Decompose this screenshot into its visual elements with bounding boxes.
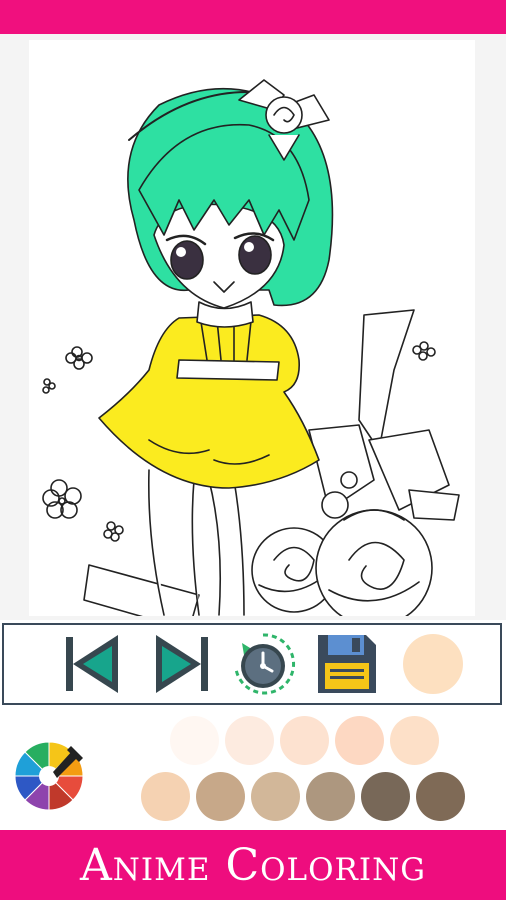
coloring-canvas[interactable] (29, 40, 475, 616)
color-swatch[interactable] (361, 772, 410, 821)
color-wheel-picker-icon (14, 741, 84, 811)
color-swatch[interactable] (335, 716, 384, 765)
canvas-area (0, 34, 506, 620)
history-button[interactable] (230, 631, 296, 697)
color-swatch[interactable] (416, 772, 465, 821)
color-swatch[interactable] (225, 716, 274, 765)
current-color-indicator[interactable] (400, 631, 466, 697)
save-button[interactable] (314, 631, 380, 697)
anime-girl-line-art[interactable] (29, 40, 475, 616)
color-palette (0, 708, 506, 830)
skip-next-icon (156, 635, 208, 693)
history-clock-icon (234, 633, 296, 695)
color-swatch[interactable] (251, 772, 300, 821)
skip-previous-icon (66, 635, 118, 693)
color-swatch[interactable] (196, 772, 245, 821)
color-wheel-picker-button[interactable] (13, 738, 87, 812)
floppy-disk-icon (318, 635, 376, 693)
color-swatch[interactable] (280, 716, 329, 765)
color-swatch[interactable] (390, 716, 439, 765)
app-title: Anime Coloring (79, 839, 427, 891)
color-swatch[interactable] (170, 716, 219, 765)
next-image-button[interactable] (148, 631, 214, 697)
top-banner (0, 0, 506, 34)
color-dot (403, 634, 463, 694)
toolbar (2, 623, 502, 705)
color-swatch[interactable] (306, 772, 355, 821)
app-title-banner: Anime Coloring (0, 830, 506, 900)
previous-image-button[interactable] (60, 631, 126, 697)
color-swatch[interactable] (141, 772, 190, 821)
